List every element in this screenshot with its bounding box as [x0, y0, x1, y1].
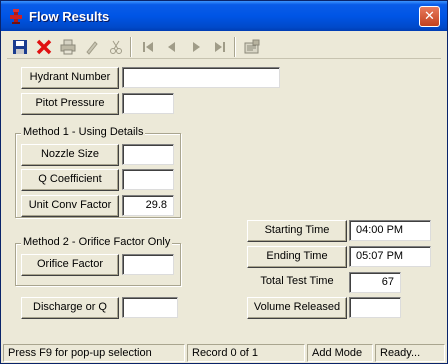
q-coefficient-field[interactable] — [122, 169, 174, 190]
q-coefficient-button[interactable]: Q Coefficient — [21, 169, 119, 191]
last-record-icon[interactable] — [209, 36, 231, 58]
previous-record-icon[interactable] — [161, 36, 183, 58]
nozzle-size-field[interactable] — [122, 144, 174, 165]
first-record-icon[interactable] — [137, 36, 159, 58]
pitot-pressure-field[interactable] — [122, 93, 174, 114]
report-icon[interactable] — [241, 36, 263, 58]
total-test-time-label: Total Test Time — [260, 275, 334, 287]
ending-time-field[interactable]: 05:07 PM — [349, 246, 431, 267]
status-bar: Press F9 for pop-up selection Record 0 o… — [1, 343, 447, 363]
status-record: Record 0 of 1 — [187, 344, 305, 362]
pitot-pressure-button[interactable]: Pitot Pressure — [21, 93, 119, 115]
total-test-time-field: 67 — [349, 272, 401, 293]
status-state: Ready... — [375, 344, 445, 362]
save-icon[interactable] — [9, 36, 31, 58]
cut-icon[interactable] — [105, 36, 127, 58]
print-icon[interactable] — [57, 36, 79, 58]
app-icon — [10, 9, 22, 24]
method2-group-title: Method 2 - Orifice Factor Only — [21, 236, 173, 248]
orifice-factor-field[interactable] — [122, 254, 174, 275]
toolbar-separator — [130, 37, 132, 57]
title-bar[interactable]: Flow Results ✕ — [1, 1, 447, 31]
toolbar-separator — [234, 37, 236, 57]
unit-conv-factor-button[interactable]: Unit Conv Factor — [21, 195, 119, 217]
hydrant-number-button[interactable]: Hydrant Number — [21, 67, 119, 89]
close-button[interactable]: ✕ — [419, 6, 440, 27]
status-hint: Press F9 for pop-up selection — [3, 344, 185, 362]
unit-conv-factor-field[interactable]: 29.8 — [122, 195, 174, 216]
nozzle-size-button[interactable]: Nozzle Size — [21, 144, 119, 166]
discharge-or-q-button[interactable]: Discharge or Q — [21, 297, 119, 319]
volume-released-field[interactable] — [349, 297, 401, 318]
window-title: Flow Results — [29, 9, 110, 24]
ending-time-button[interactable]: Ending Time — [247, 246, 347, 268]
flow-results-window: Flow Results ✕ Hydrant Number Pitot Pres… — [0, 0, 448, 364]
edit-icon[interactable] — [81, 36, 103, 58]
volume-released-button[interactable]: Volume Released — [247, 297, 347, 319]
toolbar — [7, 35, 441, 59]
starting-time-field[interactable]: 04:00 PM — [349, 220, 431, 241]
status-mode: Add Mode — [307, 344, 373, 362]
method1-group-title: Method 1 - Using Details — [21, 126, 146, 138]
hydrant-number-field[interactable] — [122, 67, 280, 88]
discharge-or-q-field[interactable] — [122, 297, 178, 318]
orifice-factor-button[interactable]: Orifice Factor — [21, 254, 119, 276]
starting-time-button[interactable]: Starting Time — [247, 220, 347, 242]
delete-icon[interactable] — [33, 36, 55, 58]
next-record-icon[interactable] — [185, 36, 207, 58]
